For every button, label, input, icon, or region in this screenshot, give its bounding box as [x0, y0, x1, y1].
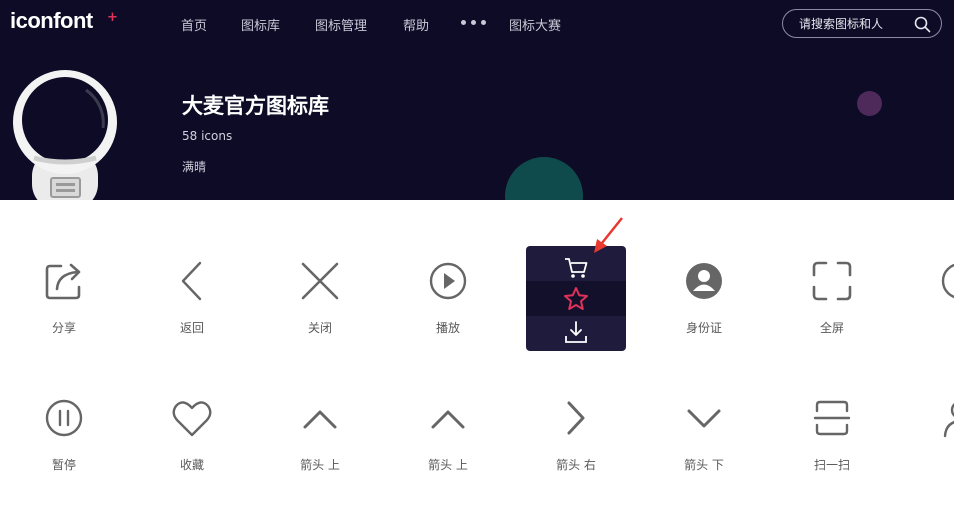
heart-icon [172, 401, 212, 437]
icon-label: 箭头 右 [556, 458, 596, 472]
icon-label: 暂停 [51, 458, 76, 472]
chevron-left-icon [181, 261, 202, 301]
pointer-arrow-icon [594, 217, 623, 253]
icon-item-close[interactable]: 关闭 [256, 261, 384, 381]
icon-label: 关闭 [307, 321, 332, 335]
close-icon [301, 262, 339, 300]
chevron-right-icon [567, 401, 585, 435]
chevron-up-icon [303, 410, 337, 429]
decor-planet [857, 91, 882, 116]
star-icon[interactable] [562, 285, 590, 313]
icon-item-arrow-up[interactable]: 箭头 上 [384, 398, 512, 518]
icon-item-mine[interactable]: 我 [896, 398, 954, 518]
user-icon [943, 403, 954, 438]
fullscreen-icon [812, 261, 852, 301]
icon-item-scan[interactable]: 扫一扫 [768, 398, 896, 518]
more-dots-icon[interactable] [461, 20, 489, 26]
icon-item-fullscreen[interactable]: 全屏 [768, 261, 896, 381]
icon-label: 返回 [179, 321, 204, 335]
icon-label: 对 [896, 319, 954, 336]
user-avatar-icon [686, 263, 722, 299]
decor-planet [505, 157, 583, 200]
icon-label: 箭头 上 [428, 458, 468, 472]
icon-label: 分享 [51, 321, 76, 335]
icon-item-pause[interactable]: 暂停 [0, 398, 128, 518]
icon-label: 我 [896, 456, 954, 473]
icon-item-play[interactable]: 播放 [384, 261, 512, 381]
icon-label: 扫一扫 [813, 458, 850, 472]
search-box [782, 9, 942, 38]
download-icon[interactable] [562, 319, 590, 347]
icon-label: 箭头 上 [300, 458, 340, 472]
icon-item-arrow-right[interactable]: 箭头 右 [512, 398, 640, 518]
search-icon[interactable] [914, 16, 931, 33]
icon-item-check[interactable]: 对 [896, 261, 954, 381]
nav-icon-library[interactable]: 图标库 [241, 15, 280, 34]
pause-circle-icon [45, 399, 83, 437]
icon-count: 58 icons [182, 129, 233, 143]
icon-item-back[interactable]: 返回 [128, 261, 256, 381]
icon-label: 箭头 下 [684, 458, 724, 472]
icon-item-share[interactable]: 分享 [0, 261, 128, 381]
nav-help[interactable]: 帮助 [403, 15, 429, 34]
search-input[interactable] [799, 15, 909, 33]
share-icon [45, 263, 81, 300]
play-circle-icon [429, 262, 467, 300]
check-circle-icon [941, 263, 954, 299]
chevron-down-icon [687, 409, 721, 428]
icon-hover-actions [526, 246, 626, 351]
nav-icon-contest[interactable]: 图标大赛 [509, 15, 561, 34]
icon-item-arrow-up[interactable]: 箭头 上 [256, 398, 384, 518]
icon-item-favorite[interactable]: 收藏 [128, 398, 256, 518]
icon-label: 全屏 [819, 321, 844, 335]
top-navigation: iconfont + 首页 图标库 图标管理 帮助 图标大赛 [0, 0, 954, 46]
nav-icon-manage[interactable]: 图标管理 [315, 15, 367, 34]
icon-label: 收藏 [179, 458, 204, 472]
chevron-up-icon [431, 410, 465, 429]
library-hero: iconfont + 首页 图标库 图标管理 帮助 图标大赛 大麦官方图标库 5… [0, 0, 954, 200]
astronaut-avatar [13, 70, 117, 200]
icon-item-id-card[interactable]: 身份证 [640, 261, 768, 381]
library-title: 大麦官方图标库 [182, 94, 329, 118]
scan-icon [813, 400, 851, 436]
cart-icon[interactable] [562, 254, 590, 282]
site-logo[interactable]: iconfont [10, 8, 93, 34]
icon-label: 身份证 [685, 321, 722, 335]
icon-item-arrow-down[interactable]: 箭头 下 [640, 398, 768, 518]
icon-label: 播放 [435, 321, 460, 335]
library-author[interactable]: 满晴 [182, 158, 206, 175]
nav-home[interactable]: 首页 [181, 15, 207, 34]
logo-mark: + [107, 10, 118, 25]
